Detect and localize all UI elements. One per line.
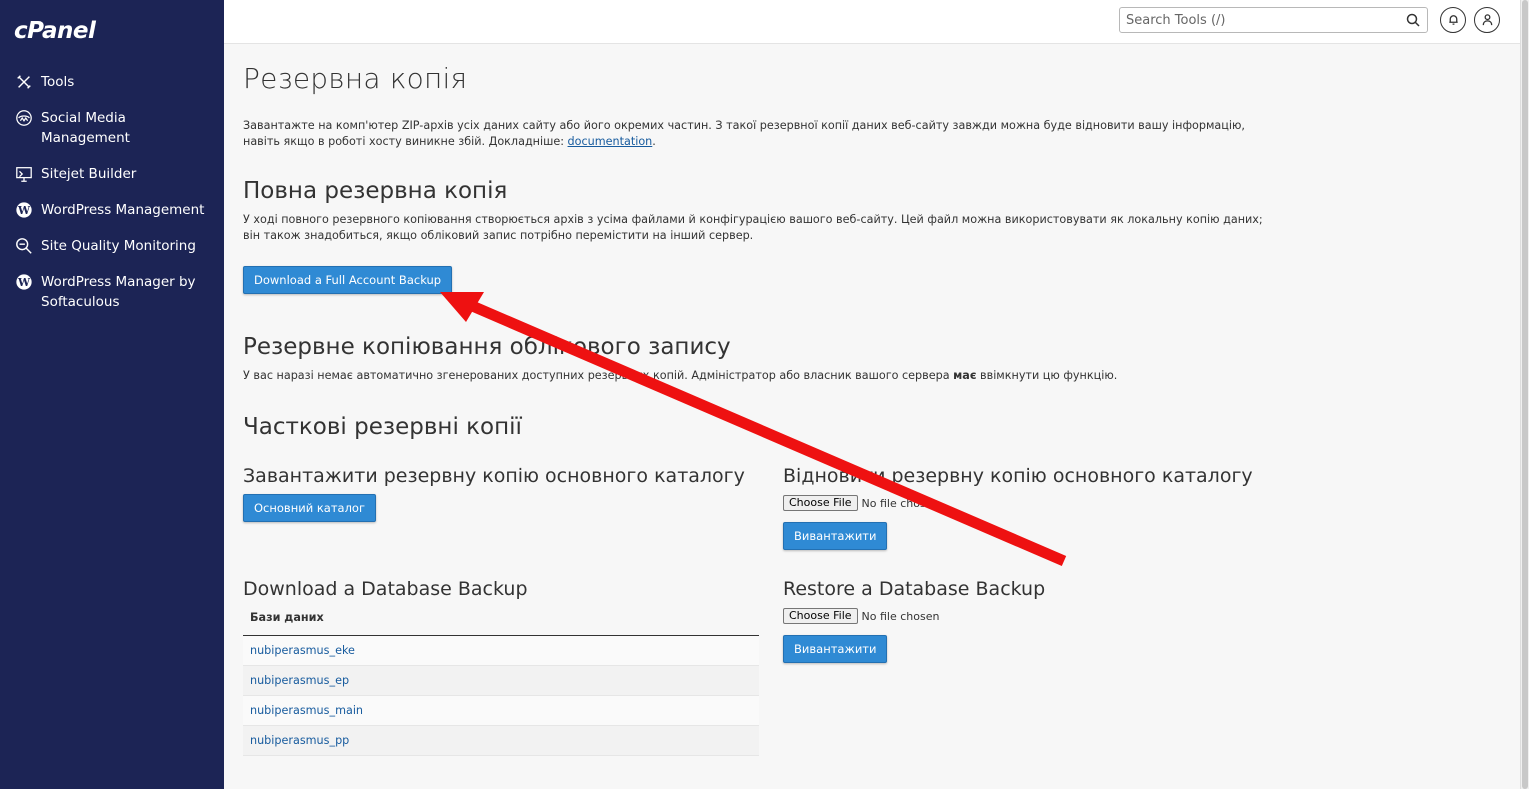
sidebar-item-site-quality[interactable]: Site Quality Monitoring <box>0 232 224 260</box>
page-intro: Завантажте на комп'ютер ZIP-архів усіх д… <box>243 118 1283 149</box>
intro-end: . <box>652 134 656 148</box>
top-bar <box>224 0 1520 44</box>
tools-icon <box>14 72 34 92</box>
download-full-backup-button[interactable]: Download a Full Account Backup <box>243 266 453 294</box>
sidebar-item-wordpress-softaculous[interactable]: W WordPress Manager by Softaculous <box>0 268 224 316</box>
social-media-icon <box>14 108 34 128</box>
svg-text:W: W <box>17 276 31 289</box>
db-restore-file-input[interactable]: Choose File No file chosen <box>783 608 939 624</box>
db-download-heading: Download a Database Backup <box>243 578 528 600</box>
search-icon[interactable] <box>1405 12 1421 28</box>
no-file-label: No file chosen <box>861 609 940 623</box>
sidebar-item-label: Social Media Management <box>41 110 130 146</box>
account-backup-text-end: ввімкнути цю функцію. <box>976 369 1118 382</box>
search-input[interactable] <box>1120 8 1400 32</box>
account-backup-description: У вас наразі немає автоматично згенерова… <box>243 368 1283 384</box>
cpanel-logo[interactable]: cPanel <box>14 18 96 44</box>
sidebar-item-sitejet[interactable]: Sitejet Builder <box>0 160 224 188</box>
magnifier-icon <box>14 236 34 256</box>
db-restore-heading: Restore a Database Backup <box>783 578 1046 600</box>
table-row[interactable]: nubiperasmus_eke <box>243 636 759 666</box>
db-restore-upload-button[interactable]: Вивантажити <box>783 635 888 663</box>
page-scrollbar[interactable] <box>1520 0 1529 789</box>
full-backup-description: У ході повного резервного копіювання ств… <box>243 213 1263 242</box>
database-table: Бази даних nubiperasmus_eke nubiperasmus… <box>243 604 759 756</box>
partial-backups-heading: Часткові резервні копії <box>243 414 522 440</box>
choose-file-button[interactable]: Choose File <box>783 495 858 511</box>
account-backup-text: У вас наразі немає автоматично згенерова… <box>243 369 954 382</box>
wordpress-icon: W <box>14 272 34 292</box>
wordpress-icon: W <box>14 200 34 220</box>
table-header: Бази даних <box>243 604 759 636</box>
sidebar-nav: Tools Social Media Management Sitejet Bu… <box>0 68 224 324</box>
user-menu-button[interactable] <box>1474 7 1500 33</box>
home-restore-heading: Відновити резервну копію основного катал… <box>783 465 1253 487</box>
choose-file-button[interactable]: Choose File <box>783 608 858 624</box>
sidebar-item-label: Site Quality Monitoring <box>41 238 196 254</box>
home-restore-file-input[interactable]: Choose File No file chosen <box>783 495 939 511</box>
full-backup-heading: Повна резервна копія <box>243 178 508 204</box>
home-download-heading: Завантажити резервну копію основного кат… <box>243 465 745 487</box>
no-file-label: No file chosen <box>861 496 940 510</box>
user-icon <box>1481 11 1494 30</box>
table-row[interactable]: nubiperasmus_main <box>243 696 759 726</box>
sidebar-item-label: Sitejet Builder <box>41 166 137 182</box>
documentation-link[interactable]: documentation <box>568 135 653 148</box>
table-row[interactable]: nubiperasmus_ep <box>243 666 759 696</box>
sidebar-item-social-media[interactable]: Social Media Management <box>0 104 224 152</box>
bell-icon <box>1447 11 1460 30</box>
sidebar-item-label: WordPress Management <box>41 202 205 218</box>
sitejet-icon <box>14 164 34 184</box>
scrollbar-thumb[interactable] <box>1522 0 1528 789</box>
notifications-button[interactable] <box>1440 7 1466 33</box>
table-row[interactable]: nubiperasmus_pp <box>243 726 759 756</box>
intro-text: Завантажте на комп'ютер ZIP-архів усіх д… <box>243 119 1245 148</box>
home-restore-upload-button[interactable]: Вивантажити <box>783 522 888 550</box>
account-backup-heading: Резервне копіювання облікового запису <box>243 334 731 360</box>
home-directory-button[interactable]: Основний каталог <box>243 494 376 522</box>
svg-text:W: W <box>17 204 31 217</box>
account-backup-bold: має <box>953 369 977 382</box>
sidebar: cPanel Tools Social Media Management Sit… <box>0 0 224 789</box>
page-title: Резервна копія <box>243 62 468 95</box>
search-box[interactable] <box>1119 7 1428 33</box>
sidebar-item-label: WordPress Manager by Softaculous <box>41 274 196 310</box>
sidebar-item-wordpress-management[interactable]: W WordPress Management <box>0 196 224 224</box>
sidebar-item-tools[interactable]: Tools <box>0 68 224 96</box>
sidebar-item-label: Tools <box>41 74 75 90</box>
